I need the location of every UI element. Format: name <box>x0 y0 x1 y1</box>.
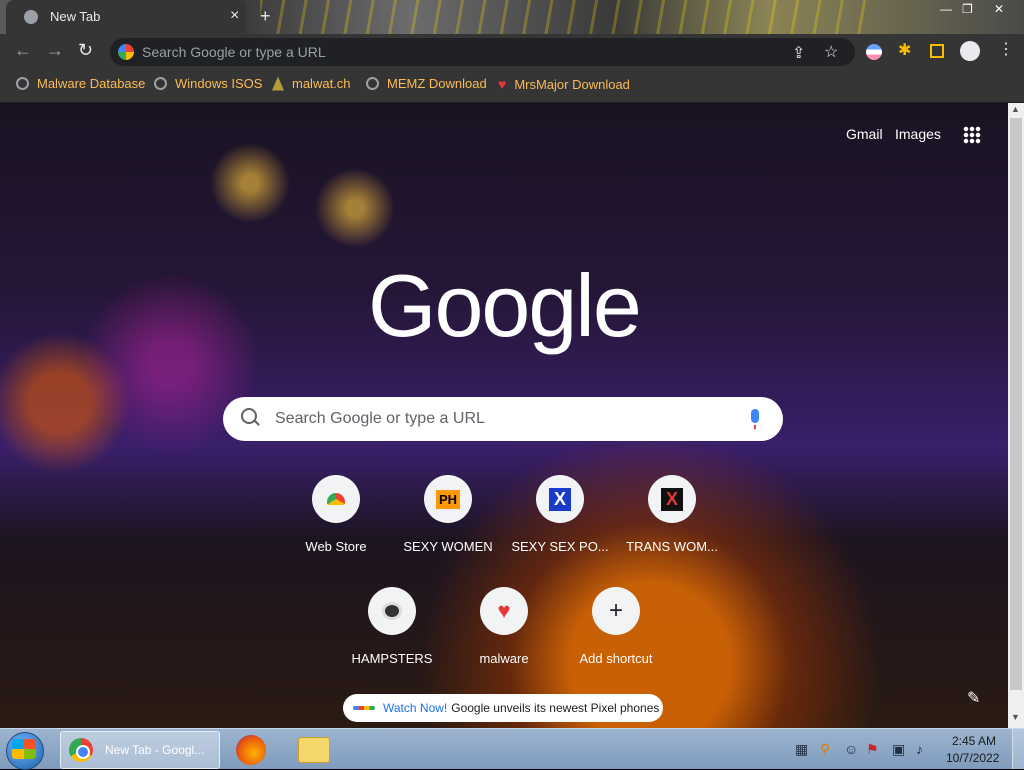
customize-pencil-icon[interactable]: ✎ <box>967 688 980 708</box>
arch-icon <box>272 76 284 91</box>
shortcut-label: TRANS WOM... <box>626 539 718 554</box>
bookmark-label: Malware Database <box>37 76 146 91</box>
globe-icon <box>16 77 29 90</box>
globe-icon <box>366 77 379 90</box>
globe-icon <box>154 77 167 90</box>
chrome-web-store-icon <box>312 475 360 523</box>
shortcut-sexy-women[interactable]: PH SEXY WOMEN <box>392 475 504 575</box>
taskbar: New Tab - Googl... ▦ ⚲ ☺ ⚑ ▣ ♪ 2:45 AM 1… <box>0 728 1024 770</box>
chrome-icon <box>69 738 93 762</box>
tray-flag-icon[interactable]: ⚑ <box>866 741 879 758</box>
back-icon[interactable]: ← <box>14 40 32 61</box>
microphone-icon[interactable] <box>751 409 759 429</box>
maximize-icon[interactable]: ❐ <box>962 2 973 16</box>
shortcut-sexy-sex-po[interactable]: X SEXY SEX PO... <box>504 475 616 575</box>
tray-emoji-icon[interactable]: ☺ <box>844 741 858 757</box>
apps-grid-icon[interactable] <box>963 126 981 144</box>
shortcut-add[interactable]: + Add shortcut <box>560 587 672 687</box>
tray-windows-icon[interactable]: ▦ <box>795 741 808 758</box>
shortcut-web-store[interactable]: Web Store <box>280 475 392 575</box>
side-panel-icon[interactable] <box>930 44 944 58</box>
scroll-up-icon[interactable]: ▲ <box>1011 104 1020 114</box>
shortcut-label: malware <box>479 651 529 666</box>
search-icon <box>241 408 257 424</box>
clock-date[interactable]: 10/7/2022 <box>946 751 999 765</box>
tab-close-icon[interactable]: × <box>230 7 239 25</box>
show-desktop-button[interactable] <box>1012 729 1024 769</box>
bookmark-label: MEMZ Download <box>387 76 487 91</box>
tab-favicon-icon <box>24 10 38 24</box>
shortcut-malware[interactable]: ♥ malware <box>448 587 560 687</box>
x-glyph: X <box>548 487 571 511</box>
forward-icon[interactable]: → <box>46 40 64 61</box>
bookmark-label: malwat.ch <box>292 76 351 91</box>
extensions-puzzle-icon[interactable]: ✱ <box>898 40 911 60</box>
shortcut-label: Add shortcut <box>579 651 653 666</box>
hamster-icon <box>368 587 416 635</box>
bookmark-mrsmajor-download[interactable]: ♥ MrsMajor Download <box>498 76 630 92</box>
profile-avatar-icon[interactable] <box>960 41 980 61</box>
omnibox-placeholder: Search Google or type a URL <box>142 44 326 60</box>
taskbar-chrome-window[interactable]: New Tab - Googl... <box>60 731 220 769</box>
menu-kebab-icon[interactable]: ⋮ <box>998 39 1014 59</box>
taskbar-window-label: New Tab - Googl... <box>105 743 205 757</box>
heart-icon: ♥ <box>498 76 507 92</box>
shortcut-label: SEXY SEX PO... <box>511 539 609 554</box>
shortcut-label: HAMPSTERS <box>351 651 433 666</box>
tray-network-icon[interactable]: ▣ <box>892 741 905 758</box>
promo-text: Google unveils its newest Pixel phones <box>451 701 660 715</box>
google-logo: Google <box>368 256 642 355</box>
google-dots-icon <box>353 706 375 710</box>
shortcut-label: Web Store <box>305 539 367 554</box>
plus-icon: + <box>592 587 640 635</box>
tray-volume-icon[interactable]: ♪ <box>916 741 923 757</box>
shortcut-trans-wom[interactable]: X TRANS WOM... <box>616 475 728 575</box>
promo-banner[interactable]: Watch Now! Google unveils its newest Pix… <box>343 694 663 722</box>
mouse-cursor-icon: ➤ <box>509 393 526 415</box>
share-icon[interactable]: ⇪ <box>792 43 805 63</box>
search-input[interactable]: Search Google or type a URL <box>275 410 485 428</box>
plus-glyph: + <box>608 597 623 624</box>
browser-toolbar: ← → ↻ Search Google or type a URL ⇪ ☆ ✱ … <box>0 34 1024 70</box>
bookmark-label: MrsMajor Download <box>514 76 630 92</box>
extension-flag-icon[interactable] <box>866 44 882 60</box>
ph-glyph: PH <box>435 489 461 509</box>
x-red-icon: X <box>648 475 696 523</box>
omnibox[interactable]: Search Google or type a URL ⇪ ☆ <box>110 38 855 66</box>
bookmark-malware-database[interactable]: Malware Database <box>16 76 145 91</box>
tab-new-tab[interactable]: New Tab × <box>6 0 246 34</box>
clock-time[interactable]: 2:45 AM <box>952 734 996 748</box>
windows-logo-icon <box>12 739 36 759</box>
new-tab-icon[interactable]: + <box>260 6 271 27</box>
heart-glyph: ♥ <box>497 598 511 623</box>
minimize-icon[interactable]: — <box>940 2 952 16</box>
firefox-icon[interactable] <box>236 735 266 765</box>
images-link[interactable]: Images <box>895 126 941 142</box>
tray-search-icon[interactable]: ⚲ <box>820 741 830 758</box>
search-box[interactable]: Search Google or type a URL <box>223 397 783 441</box>
promo-link[interactable]: Watch Now! <box>383 701 447 715</box>
x-blue-icon: X <box>536 475 584 523</box>
heart-icon: ♥ <box>480 587 528 635</box>
bookmark-malwatch[interactable]: malwat.ch <box>272 76 351 91</box>
bookmark-memz-download[interactable]: MEMZ Download <box>366 76 487 91</box>
google-icon <box>118 44 134 60</box>
bookmark-star-icon[interactable]: ☆ <box>824 42 838 62</box>
reload-icon[interactable]: ↻ <box>78 40 93 61</box>
gmail-link[interactable]: Gmail <box>846 126 883 142</box>
tab-title: New Tab <box>50 9 101 24</box>
bookmark-windows-isos[interactable]: Windows ISOS <box>154 76 262 91</box>
scroll-down-icon[interactable]: ▼ <box>1011 712 1020 722</box>
ph-icon: PH <box>424 475 472 523</box>
bookmarks-bar: Malware Database Windows ISOS malwat.ch … <box>0 70 1024 103</box>
bookmark-label: Windows ISOS <box>175 76 263 91</box>
shortcut-label: SEXY WOMEN <box>403 539 493 554</box>
scrollbar-thumb[interactable] <box>1010 118 1022 690</box>
file-explorer-icon[interactable] <box>298 737 330 763</box>
close-window-icon[interactable]: ✕ <box>994 2 1004 16</box>
x-glyph: X <box>660 487 683 511</box>
shortcut-hampsters[interactable]: HAMPSTERS <box>336 587 448 687</box>
